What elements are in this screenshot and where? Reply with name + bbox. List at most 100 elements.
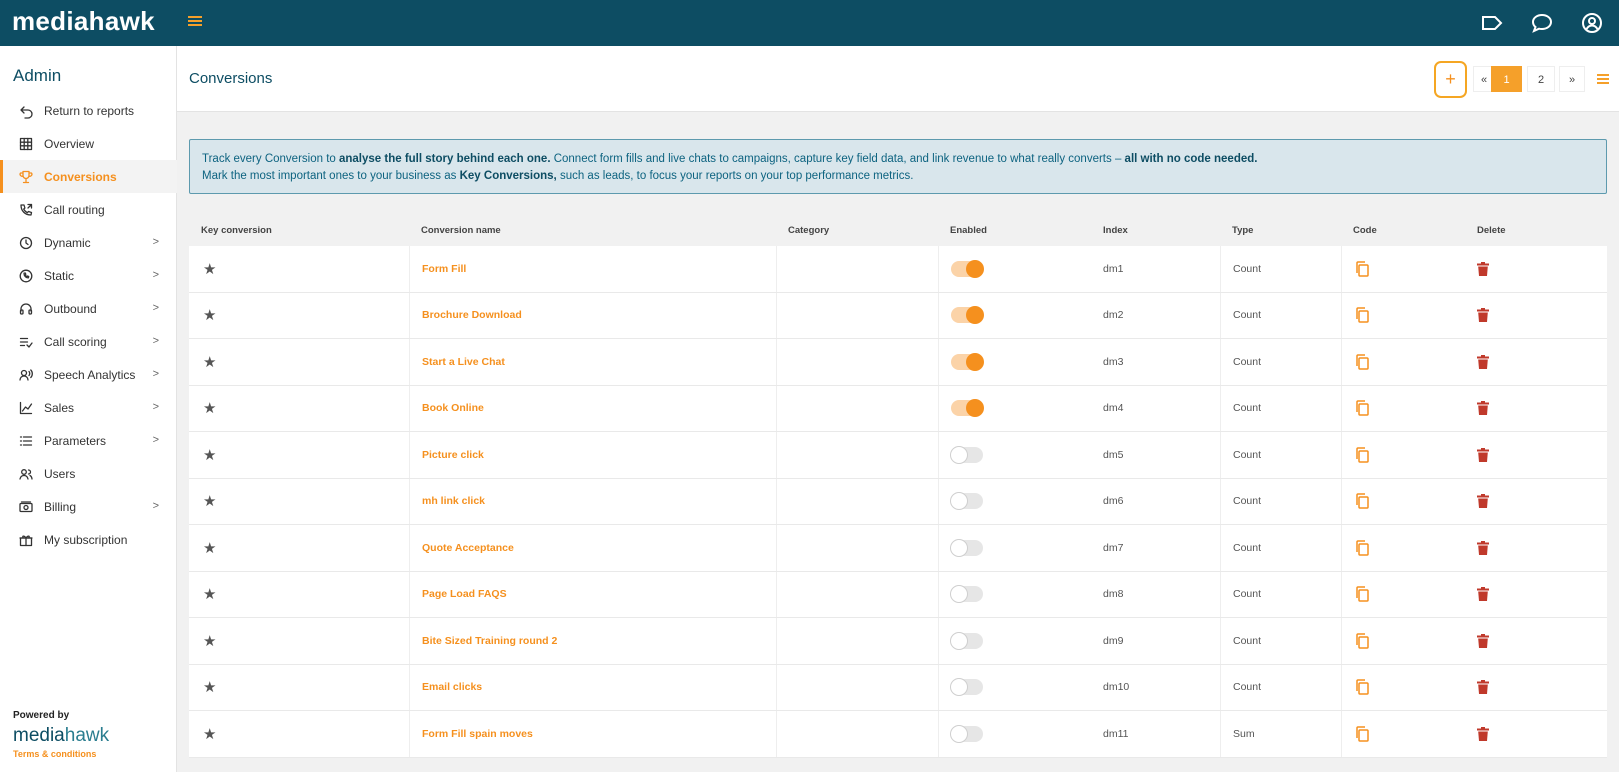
copy-icon[interactable]	[1354, 353, 1370, 371]
star-icon[interactable]: ★	[201, 446, 216, 464]
trash-icon[interactable]	[1477, 680, 1489, 695]
conversion-name-link[interactable]: Email clicks	[422, 681, 482, 693]
key-conversion-cell: ★	[189, 572, 409, 618]
enabled-toggle[interactable]	[951, 399, 984, 418]
enabled-toggle[interactable]	[950, 538, 983, 557]
enabled-toggle[interactable]	[950, 492, 983, 511]
enabled-toggle[interactable]	[950, 678, 983, 697]
trash-icon[interactable]	[1477, 633, 1489, 648]
conversion-name-link[interactable]: Book Online	[422, 402, 484, 414]
sidebar-item-call-routing[interactable]: Call routing	[0, 193, 177, 226]
sidebar-item-my-subscription[interactable]: My subscription	[0, 523, 177, 556]
table-row: ★ Picture click dm5 Count	[189, 432, 1607, 479]
trash-icon[interactable]	[1477, 354, 1489, 369]
column-header-key-conversion[interactable]: Key conversion	[189, 214, 409, 246]
tag-icon[interactable]	[1480, 11, 1504, 35]
trash-icon[interactable]	[1477, 308, 1489, 323]
trash-icon[interactable]	[1477, 540, 1489, 555]
trash-icon[interactable]	[1477, 587, 1489, 602]
sidebar-item-speech-analytics[interactable]: Speech Analytics >	[0, 358, 177, 391]
options-menu-icon[interactable]	[1597, 74, 1609, 84]
table-header: Key conversion Conversion name Category …	[189, 214, 1607, 246]
pager-page-2[interactable]: 2	[1527, 66, 1555, 92]
sidebar-item-outbound[interactable]: Outbound >	[0, 292, 177, 325]
trash-icon[interactable]	[1477, 261, 1489, 276]
star-icon[interactable]: ★	[201, 399, 216, 417]
sidebar-item-static[interactable]: Static >	[0, 259, 177, 292]
table-row: ★ Form Fill dm1 Count	[189, 246, 1607, 293]
category-cell	[776, 385, 938, 431]
enabled-toggle[interactable]	[951, 259, 984, 278]
key-conversion-cell: ★	[189, 525, 409, 571]
copy-icon[interactable]	[1354, 492, 1370, 510]
conversion-name-link[interactable]: Form Fill	[422, 263, 466, 275]
trash-icon[interactable]	[1477, 494, 1489, 509]
app-logo[interactable]: mediahawk	[12, 6, 155, 37]
sidebar-item-users[interactable]: Users	[0, 457, 177, 490]
conversion-name-link[interactable]: Bite Sized Training round 2	[422, 635, 557, 647]
star-icon[interactable]: ★	[201, 306, 216, 324]
trash-icon[interactable]	[1477, 726, 1489, 741]
star-icon[interactable]: ★	[201, 678, 216, 696]
index-cell: dm2	[1103, 309, 1124, 322]
enabled-toggle[interactable]	[950, 724, 983, 743]
sidebar-item-call-scoring[interactable]: Call scoring >	[0, 325, 177, 358]
trash-icon[interactable]	[1477, 447, 1489, 462]
sidebar-item-return-to-reports[interactable]: Return to reports	[0, 94, 177, 127]
add-conversion-button[interactable]: +	[1434, 61, 1467, 98]
copy-icon[interactable]	[1354, 585, 1370, 603]
menu-toggle-icon[interactable]	[188, 16, 202, 28]
copy-icon[interactable]	[1354, 725, 1370, 743]
index-cell: dm11	[1103, 727, 1129, 740]
star-icon[interactable]: ★	[201, 632, 216, 650]
trash-icon[interactable]	[1477, 401, 1489, 416]
copy-icon[interactable]	[1354, 260, 1370, 278]
star-icon[interactable]: ★	[201, 585, 216, 603]
chat-icon[interactable]	[1530, 11, 1554, 35]
star-icon[interactable]: ★	[201, 492, 216, 510]
sidebar-item-dynamic[interactable]: Dynamic >	[0, 226, 177, 259]
key-conversion-cell: ★	[189, 479, 409, 525]
column-header-conversion-name[interactable]: Conversion name	[409, 214, 776, 246]
conversion-name-link[interactable]: Page Load FAQS	[422, 588, 507, 600]
column-header-category[interactable]: Category	[776, 214, 938, 246]
conversion-name-link[interactable]: Form Fill spain moves	[422, 728, 533, 740]
copy-icon[interactable]	[1354, 399, 1370, 417]
enabled-toggle[interactable]	[950, 585, 983, 604]
conversion-name-link[interactable]: mh link click	[422, 495, 485, 507]
sidebar-item-billing[interactable]: Billing >	[0, 490, 177, 523]
copy-icon[interactable]	[1354, 306, 1370, 324]
column-header-index[interactable]: Index	[1091, 214, 1220, 246]
pager-next-button[interactable]: »	[1559, 66, 1585, 92]
key-conversion-cell: ★	[189, 432, 409, 478]
pager-page-1[interactable]: 1	[1491, 66, 1522, 92]
column-header-enabled[interactable]: Enabled	[938, 214, 1091, 246]
conversion-name-link[interactable]: Quote Acceptance	[422, 542, 514, 554]
star-icon[interactable]: ★	[201, 260, 216, 278]
enabled-toggle[interactable]	[950, 445, 983, 464]
enabled-toggle[interactable]	[950, 631, 983, 650]
star-icon[interactable]: ★	[201, 353, 216, 371]
star-icon[interactable]: ★	[201, 539, 216, 557]
billing-icon	[18, 499, 34, 515]
column-header-type[interactable]: Type	[1220, 214, 1341, 246]
account-icon[interactable]	[1580, 11, 1604, 35]
conversion-name-link[interactable]: Brochure Download	[422, 309, 522, 321]
conversion-name-link[interactable]: Start a Live Chat	[422, 356, 505, 368]
table-row: ★ Email clicks dm10 Count	[189, 664, 1607, 711]
copy-icon[interactable]	[1354, 678, 1370, 696]
copy-icon[interactable]	[1354, 539, 1370, 557]
sidebar-item-parameters[interactable]: Parameters >	[0, 424, 177, 457]
sidebar-item-conversions[interactable]: Conversions	[0, 160, 177, 193]
copy-icon[interactable]	[1354, 632, 1370, 650]
enabled-cell	[938, 478, 1091, 524]
copy-icon[interactable]	[1354, 446, 1370, 464]
sidebar-item-overview[interactable]: Overview	[0, 127, 177, 160]
conversion-name-link[interactable]: Picture click	[422, 449, 484, 461]
sidebar-item-label: Static	[44, 268, 75, 283]
sidebar-item-sales[interactable]: Sales >	[0, 391, 177, 424]
enabled-toggle[interactable]	[951, 352, 984, 371]
star-icon[interactable]: ★	[201, 725, 216, 743]
terms-link[interactable]: Terms & conditions	[13, 749, 96, 759]
enabled-toggle[interactable]	[951, 306, 984, 325]
